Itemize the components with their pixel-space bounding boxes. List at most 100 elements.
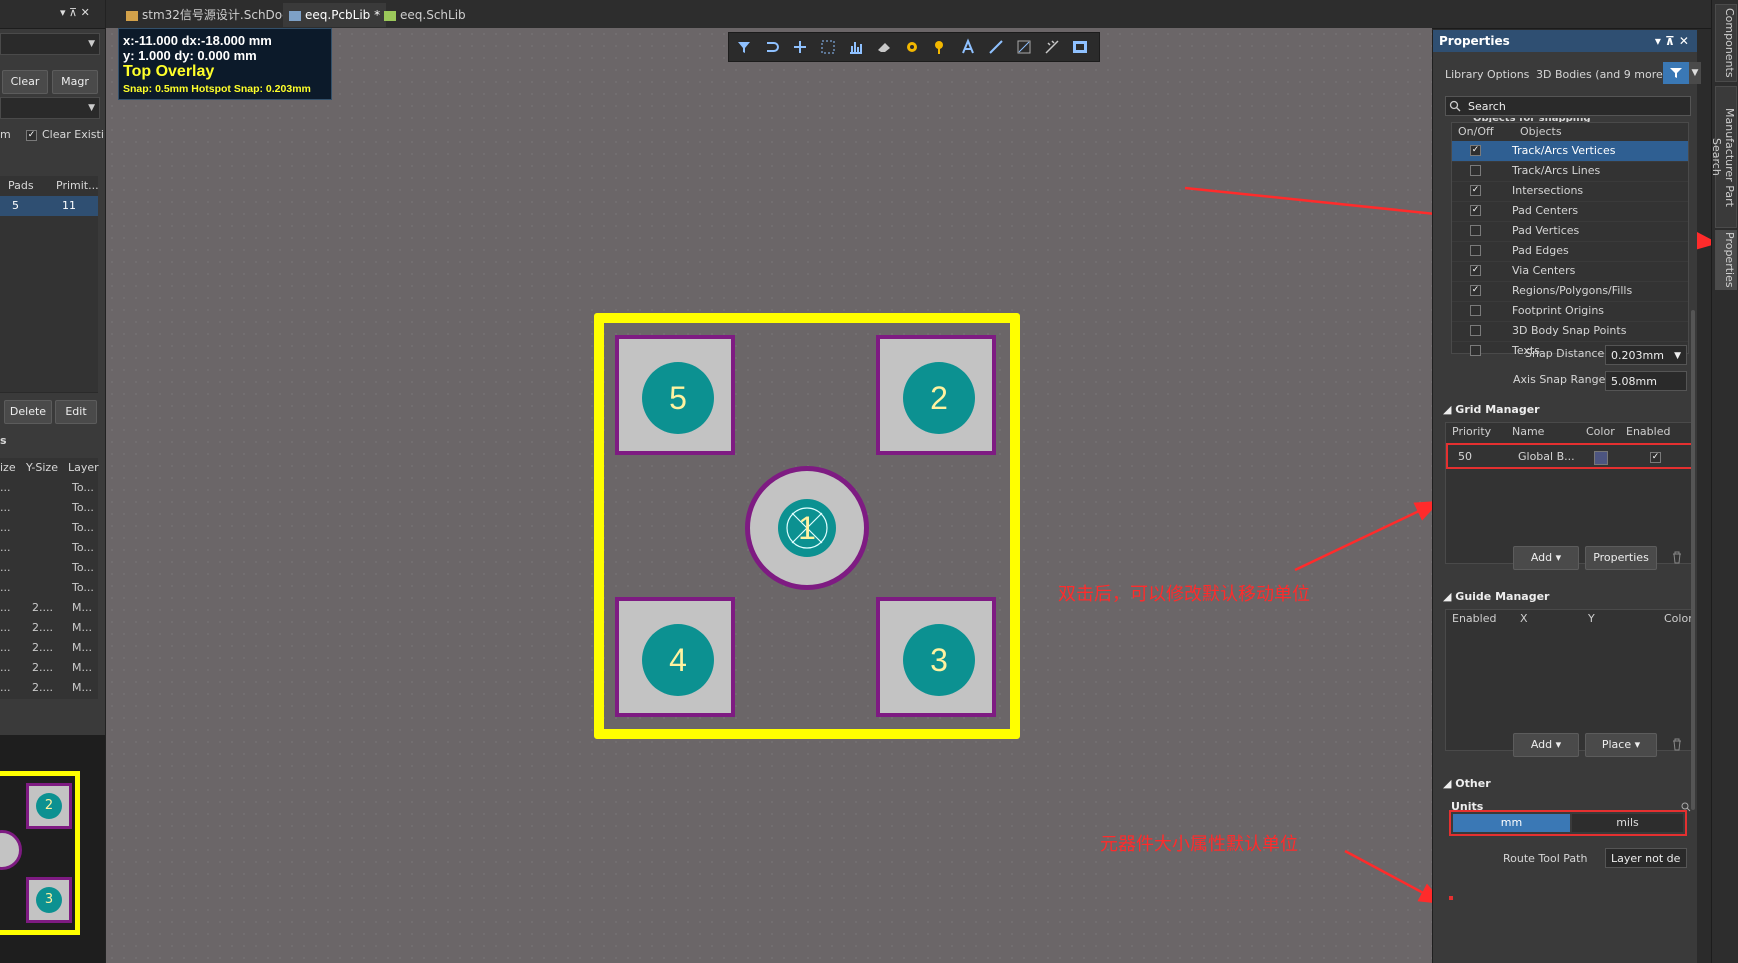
trash-icon[interactable] <box>1671 550 1683 564</box>
column-header[interactable]: ize <box>0 458 16 478</box>
pad-4[interactable]: 4 <box>615 597 735 717</box>
unit-mils-button[interactable]: mils <box>1572 814 1683 832</box>
edit-button[interactable]: Edit <box>55 400 97 424</box>
table-row[interactable]: ... To... <box>0 578 98 599</box>
column-header[interactable]: Priority <box>1452 423 1491 441</box>
measure-icon[interactable] <box>1043 38 1061 56</box>
table-row[interactable]: ... To... <box>0 478 98 499</box>
column-header[interactable]: Color <box>1664 610 1693 628</box>
snap-object-row[interactable]: ✓ Intersections <box>1452 181 1688 202</box>
line-icon[interactable] <box>987 38 1005 56</box>
tab-pcblib[interactable]: eeq.PcbLib * <box>283 3 387 27</box>
clear-existing-checkbox[interactable]: ✓ <box>26 130 37 141</box>
mode-dropdown[interactable]: ▼ <box>0 97 100 119</box>
filter-icon[interactable] <box>735 38 753 56</box>
bodies-more-label[interactable]: 3D Bodies (and 9 more) <box>1536 68 1667 81</box>
panel-controls[interactable]: ▾ ⊼ ✕ <box>1655 30 1689 52</box>
other-section-title[interactable]: ◢ Other <box>1443 777 1491 790</box>
pad-2[interactable]: 2 <box>876 335 996 455</box>
snap-object-row[interactable]: ✓ Pad Centers <box>1452 201 1688 222</box>
snap-object-row[interactable]: 3D Body Snap Points <box>1452 321 1688 342</box>
snap-object-checkbox[interactable]: ✓ <box>1470 265 1481 276</box>
table-row[interactable]: ... To... <box>0 558 98 579</box>
column-header[interactable]: Enabled <box>1626 423 1670 441</box>
snap-object-checkbox[interactable]: ✓ <box>1470 145 1481 156</box>
snap-object-checkbox[interactable] <box>1470 165 1481 176</box>
table-row[interactable]: ... To... <box>0 498 98 519</box>
crosshair-icon[interactable] <box>791 38 809 56</box>
pad-5[interactable]: 5 <box>615 335 735 455</box>
snap-distance-select[interactable]: 0.203mm ▼ <box>1605 345 1687 365</box>
tab-manufacturer-part-search[interactable]: Manufacturer Part Search <box>1710 86 1737 228</box>
grid-properties-button[interactable]: Properties <box>1585 546 1657 570</box>
pad-key-icon[interactable] <box>931 38 949 56</box>
panel-controls[interactable]: ▾ ⊼ ✕ <box>60 6 90 19</box>
route-tool-select[interactable]: Layer not de <box>1605 848 1687 868</box>
snap-object-checkbox[interactable] <box>1470 305 1481 316</box>
unit-mm-button[interactable]: mm <box>1453 814 1570 832</box>
snap-object-checkbox[interactable]: ✓ <box>1470 285 1481 296</box>
clear-button[interactable]: Clear <box>2 70 48 94</box>
snap-object-checkbox[interactable] <box>1470 345 1481 356</box>
text-icon[interactable] <box>959 38 977 56</box>
search-input[interactable]: Search <box>1445 96 1691 116</box>
library-options-label[interactable]: Library Options <box>1445 68 1529 81</box>
pad-1[interactable]: 1 <box>745 466 869 590</box>
tab-schdoc[interactable]: stm32信号源设计.SchDoc <box>120 3 295 27</box>
table-row[interactable]: ... 2.... M... <box>0 678 98 699</box>
snap-object-row[interactable]: ✓ Via Centers <box>1452 261 1688 282</box>
snap-object-row[interactable]: Footprint Origins <box>1452 301 1688 322</box>
tab-schlib[interactable]: eeq.SchLib <box>378 3 472 27</box>
snap-object-row[interactable]: ✓ Regions/Polygons/Fills <box>1452 281 1688 302</box>
grid-add-button[interactable]: Add ▾ <box>1513 546 1579 570</box>
select-rect-icon[interactable] <box>819 38 837 56</box>
magnify-button[interactable]: Magr <box>52 70 98 94</box>
grid-manager-title[interactable]: ◢ Grid Manager <box>1443 403 1540 416</box>
filter-dropdown[interactable]: ▼ <box>0 33 100 55</box>
table-row[interactable]: ... 2.... M... <box>0 598 98 619</box>
column-header[interactable]: Enabled <box>1452 610 1496 628</box>
table-row[interactable]: ... To... <box>0 518 98 539</box>
column-header[interactable]: Y <box>1588 610 1595 628</box>
snap-icon[interactable] <box>763 38 781 56</box>
chevron-down-icon[interactable]: ▼ <box>1689 62 1701 84</box>
column-header[interactable]: Objects <box>1520 123 1562 141</box>
selection-filter-button[interactable] <box>1663 62 1689 84</box>
table-row[interactable]: ... 2.... M... <box>0 638 98 659</box>
snap-object-checkbox[interactable] <box>1470 225 1481 236</box>
column-header[interactable]: Primit... <box>56 176 99 196</box>
snap-object-checkbox[interactable]: ✓ <box>1470 185 1481 196</box>
column-header[interactable]: Pads <box>8 176 34 196</box>
table-row[interactable]: ... 2.... M... <box>0 618 98 639</box>
column-header[interactable]: Name <box>1512 423 1544 441</box>
snap-object-row[interactable]: Track/Arcs Lines <box>1452 161 1688 182</box>
column-header[interactable]: Y-Size <box>26 458 58 478</box>
guide-manager-title[interactable]: ◢ Guide Manager <box>1443 590 1549 603</box>
grid-color-swatch[interactable] <box>1594 451 1608 465</box>
table-row[interactable]: ... To... <box>0 538 98 559</box>
snap-object-checkbox[interactable] <box>1470 325 1481 336</box>
table-row[interactable]: 5 11 <box>0 196 98 217</box>
snap-object-checkbox[interactable]: ✓ <box>1470 205 1481 216</box>
snap-object-row[interactable]: Pad Edges <box>1452 241 1688 262</box>
grid-enabled-checkbox[interactable]: ✓ <box>1650 452 1661 463</box>
frame-icon[interactable] <box>1071 38 1089 56</box>
axis-snap-input[interactable]: 5.08mm <box>1605 371 1687 391</box>
table-row[interactable]: ... 2.... M... <box>0 658 98 679</box>
grid-row[interactable]: 50 Global B... ✓ <box>1446 443 1694 469</box>
column-header[interactable]: Color <box>1586 423 1615 441</box>
region-icon[interactable] <box>1015 38 1033 56</box>
properties-scrollbar[interactable] <box>1691 310 1695 810</box>
trash-icon[interactable] <box>1671 737 1683 751</box>
guide-place-button[interactable]: Place ▾ <box>1585 733 1657 757</box>
chart-icon[interactable] <box>847 38 865 56</box>
via-icon[interactable] <box>903 38 921 56</box>
column-header[interactable]: X <box>1520 610 1528 628</box>
column-header[interactable]: On/Off <box>1458 123 1494 141</box>
snap-object-row[interactable]: Pad Vertices <box>1452 221 1688 242</box>
tab-components[interactable]: Components <box>1715 4 1737 82</box>
pad-3[interactable]: 3 <box>876 597 996 717</box>
column-header[interactable]: Layer <box>68 458 99 478</box>
snap-object-checkbox[interactable] <box>1470 245 1481 256</box>
eraser-icon[interactable] <box>875 38 893 56</box>
